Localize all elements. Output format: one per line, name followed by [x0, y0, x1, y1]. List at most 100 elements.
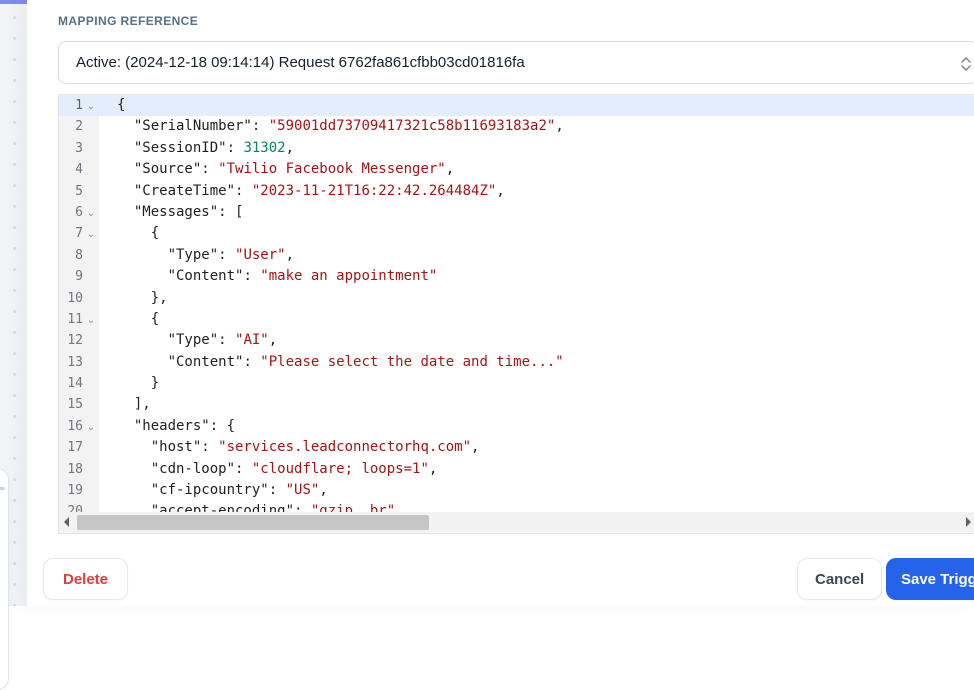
gutter: 12: [59, 330, 99, 352]
gutter: 14: [59, 373, 99, 395]
code-text: "Content": "Please select the date and t…: [167, 353, 564, 370]
line-number: 17: [67, 440, 83, 456]
line-number: 12: [67, 333, 83, 349]
delete-button[interactable]: Delete: [43, 558, 129, 600]
line-number: 4: [75, 162, 83, 178]
line-number: 13: [67, 354, 83, 370]
code-text: "Messages": [: [133, 203, 244, 220]
line-number: 20: [67, 504, 83, 512]
scroll-thumb[interactable]: [77, 515, 429, 530]
scroll-right-icon[interactable]: [966, 517, 971, 527]
gutter: 4: [59, 159, 99, 181]
json-editor[interactable]: 1 ⌄{2 "SerialNumber": "59001dd73709417321…: [58, 94, 974, 534]
fold-chevron-icon[interactable]: ⌄: [83, 416, 99, 437]
code-line: 16 ⌄ "headers": {: [59, 415, 974, 438]
gutter: 7 ⌄: [59, 223, 99, 245]
line-number: 2: [75, 119, 83, 135]
code-text: "cdn-loop": "cloudflare; loops=1",: [150, 460, 438, 477]
line-number: 10: [67, 290, 83, 306]
gutter: 19: [59, 480, 99, 502]
gutter: 5: [59, 180, 99, 202]
code-line: 5 "CreateTime": "2023-11-21T16:22:42.264…: [59, 180, 974, 202]
code-text: "SessionID": 31302,: [133, 139, 295, 156]
gutter: 20: [59, 501, 99, 512]
code-line: 20 "accept-encoding": "gzip, br",: [59, 501, 974, 512]
code-text: "SerialNumber": "59001dd73709417321c58b1…: [133, 118, 564, 135]
line-number: 6: [75, 204, 83, 220]
cancel-button[interactable]: Cancel: [797, 558, 883, 600]
reference-select[interactable]: Active: (2024-12-18 09:14:14) Request 67…: [58, 41, 974, 84]
save-trigger-button[interactable]: Save Trigger: [886, 558, 974, 600]
code-text: "accept-encoding": "gzip, br",: [150, 503, 404, 512]
gutter: 17: [59, 437, 99, 459]
code-line: 3 "SessionID": 31302,: [59, 137, 974, 160]
reference-select-value: Active: (2024-12-18 09:14:14) Request 67…: [76, 54, 525, 71]
fold-chevron-icon[interactable]: ⌄: [83, 309, 99, 330]
code-line: 18 "cdn-loop": "cloudflare; loops=1",: [59, 458, 974, 481]
code-line: 6 ⌄ "Messages": [: [59, 201, 974, 224]
code-line: 11 ⌄ {: [59, 308, 974, 331]
code-text: "cf-ipcountry": "US",: [150, 482, 328, 499]
code-line: 13 "Content": "Please select the date an…: [59, 351, 974, 374]
code-text: "Source": "Twilio Facebook Messenger",: [133, 161, 455, 178]
unfold-chevrons-icon: [959, 55, 973, 73]
scroll-left-icon[interactable]: [64, 517, 69, 527]
fold-chevron-icon[interactable]: ⌄: [83, 223, 99, 244]
gutter: 11 ⌄: [59, 308, 99, 331]
code-text: {: [117, 310, 160, 327]
line-number: 19: [67, 483, 83, 499]
gutter: 8: [59, 244, 99, 267]
gutter: 10: [59, 287, 99, 309]
line-number: 11: [67, 311, 83, 327]
code-text: {: [117, 97, 126, 113]
code-text: "Content": "make an appointment": [167, 268, 438, 285]
line-number: 5: [75, 183, 83, 199]
line-number: 14: [67, 376, 83, 392]
workflow-node-accent-bar: [0, 0, 27, 4]
code-text: },: [117, 289, 168, 306]
gutter: 9: [59, 266, 99, 288]
code-line: 8 "Type": "User",: [59, 244, 974, 267]
code-text: "Type": "AI",: [167, 332, 278, 349]
code-text: "host": "services.leadconnectorhq.com",: [150, 439, 480, 456]
code-line: 7 ⌄ {: [59, 223, 974, 245]
code-line: 15 ],: [59, 394, 974, 416]
line-number: 8: [75, 247, 83, 263]
code-text: {: [117, 225, 160, 242]
code-line: 10 },: [59, 287, 974, 309]
fold-chevron-icon[interactable]: ⌄: [83, 202, 99, 223]
code-line: 1 ⌄ {: [59, 95, 974, 117]
line-number: 15: [67, 397, 83, 413]
line-number: 1: [75, 98, 83, 113]
h-scrollbar[interactable]: [59, 512, 974, 533]
gutter: 15: [59, 394, 99, 416]
gutter: 3: [59, 137, 99, 160]
code-text: "CreateTime": "2023-11-21T16:22:42.26448…: [133, 182, 505, 199]
code-text: ],: [117, 396, 151, 413]
trigger-modal: MAPPING REFERENCE Active: (2024-12-18 09…: [27, 0, 974, 606]
gutter: 2: [59, 116, 99, 138]
code-text: }: [117, 375, 160, 392]
code-line: 19 "cf-ipcountry": "US",: [59, 480, 974, 502]
gutter: 6 ⌄: [59, 201, 99, 224]
line-number: 18: [67, 461, 83, 477]
gutter: 18: [59, 458, 99, 481]
code-line: 12 "Type": "AI",: [59, 330, 974, 352]
mapping-reference-label: MAPPING REFERENCE: [58, 14, 199, 28]
fold-chevron-icon[interactable]: ⌄: [83, 95, 99, 116]
workflow-node-card-line: [0, 487, 5, 490]
line-number: 3: [75, 140, 83, 156]
code-rows[interactable]: 1 ⌄{2 "SerialNumber": "59001dd73709417321…: [59, 95, 974, 512]
gutter: 16 ⌄: [59, 415, 99, 438]
